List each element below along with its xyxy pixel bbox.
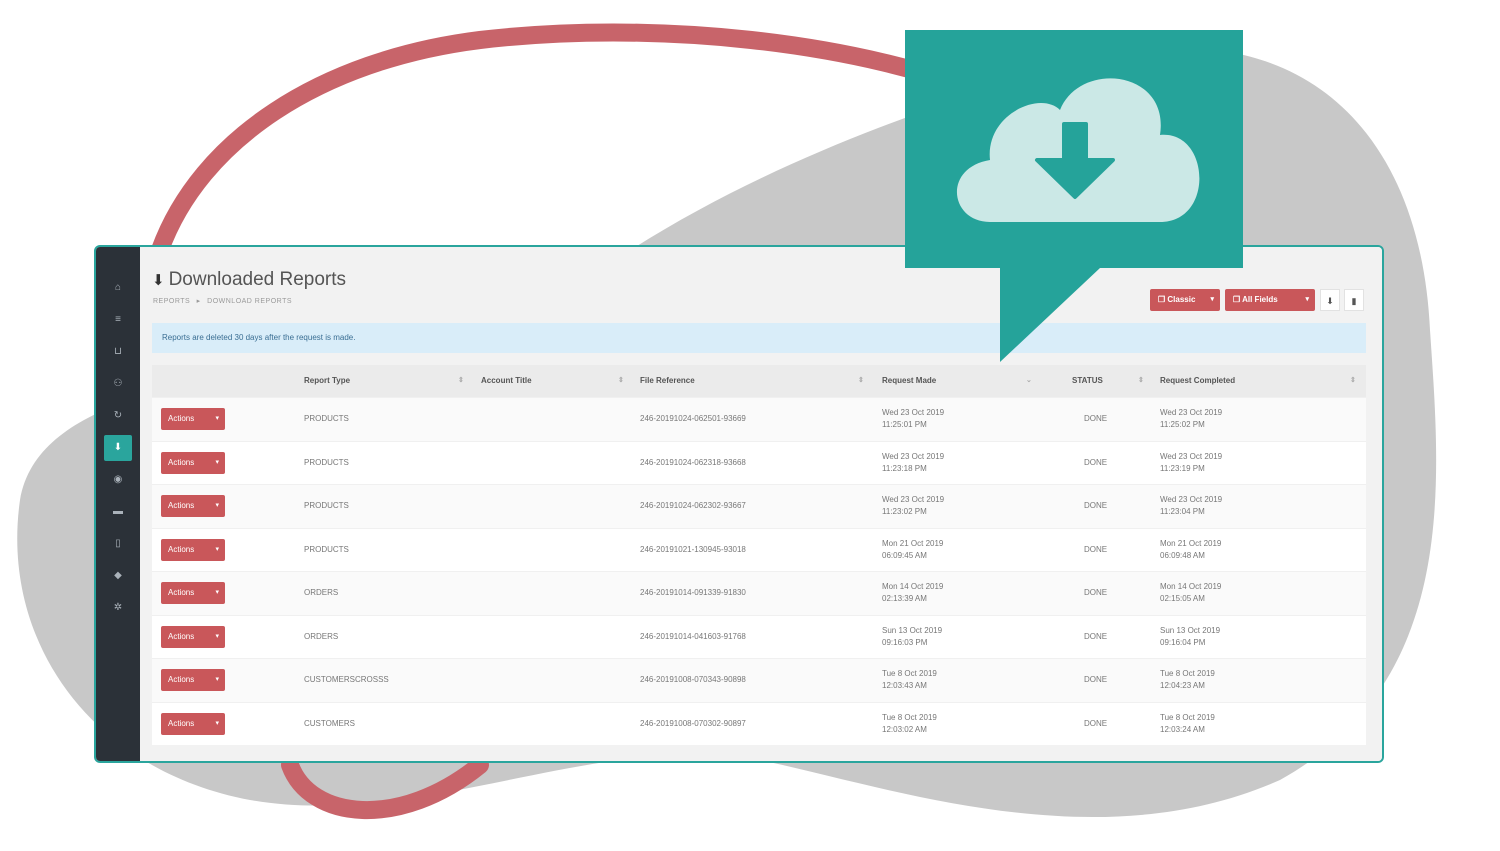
bubble-tail xyxy=(1000,268,1100,362)
speech-bubble xyxy=(905,30,1243,362)
